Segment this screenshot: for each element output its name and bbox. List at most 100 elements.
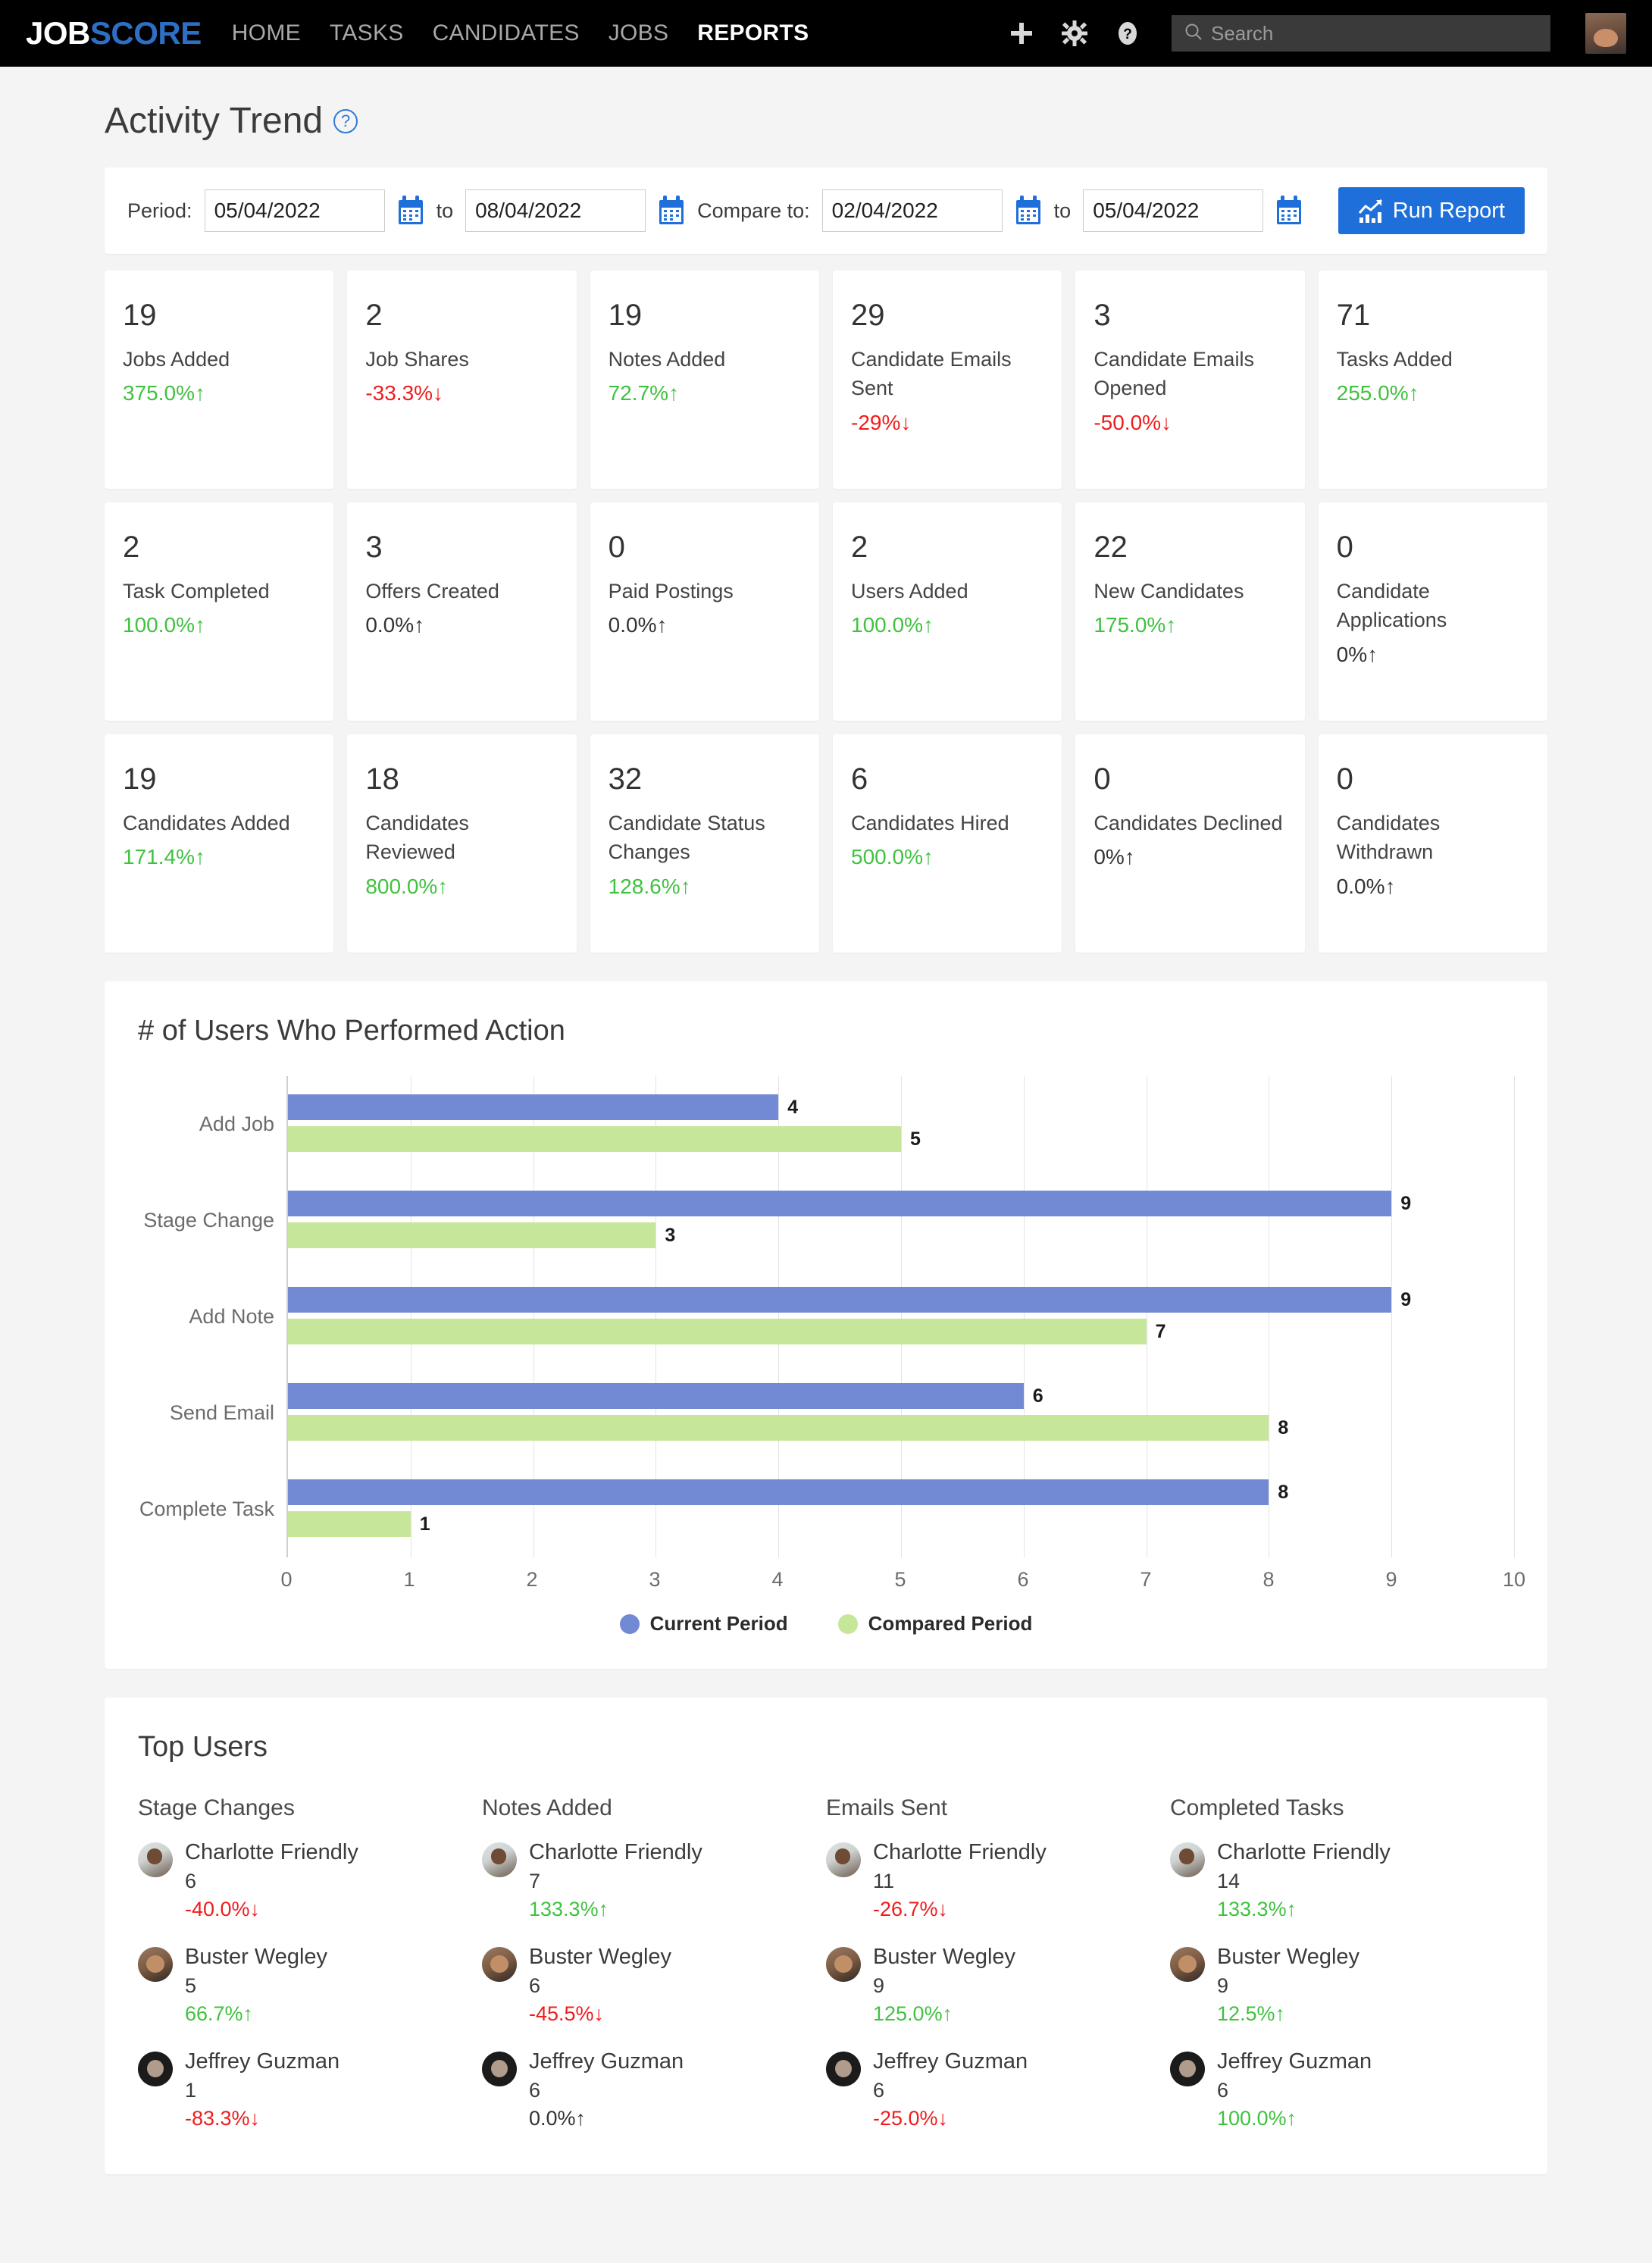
top-user-row[interactable]: Charlotte Friendly 11 -26.7%↓: [826, 1838, 1170, 1923]
legend-label: Compared Period: [868, 1612, 1033, 1635]
nav-link-reports[interactable]: REPORTS: [697, 20, 809, 46]
top-user-count: 9: [873, 1974, 885, 1998]
chart-bar-current[interactable]: [288, 1094, 779, 1120]
chart-bar-current[interactable]: [288, 1191, 1392, 1216]
metric-card: 6 Candidates Hired 500.0%↑: [833, 734, 1062, 953]
metric-value: 0: [1336, 531, 1353, 564]
compare-to-label: Compare to:: [697, 199, 810, 222]
chart-category-label: Send Email: [169, 1401, 274, 1424]
top-users-column: Completed Tasks Charlotte Friendly 14 133.3…: [1170, 1795, 1514, 2152]
top-user-name: Charlotte Friendly: [1217, 1840, 1391, 1864]
metric-value: 19: [608, 299, 643, 332]
top-user-count: 9: [1217, 1974, 1229, 1998]
calendar-icon-period-end[interactable]: [658, 196, 685, 226]
metric-card-grid: 19 Jobs Added 375.0%↑ 2 Job Shares -33.3%↓ 19 N…: [105, 271, 1547, 953]
metric-delta: 375.0%↑: [123, 381, 205, 405]
metric-delta: 0.0%↑: [608, 613, 668, 637]
chart-bar-current[interactable]: [288, 1383, 1024, 1409]
metric-label: Candidate Emails Sent: [851, 348, 1012, 400]
compare-start-date-input[interactable]: [821, 189, 1003, 232]
period-start-date-input[interactable]: [204, 189, 385, 232]
page-help-icon[interactable]: ?: [333, 108, 358, 133]
nav-link-tasks[interactable]: TASKS: [330, 20, 404, 46]
period-end-date-input[interactable]: [465, 189, 646, 232]
chart-bar-compared[interactable]: [288, 1222, 656, 1248]
jobscore-logo[interactable]: JOBSCORE: [26, 15, 202, 52]
top-user-count: 6: [873, 2079, 885, 2102]
top-user-count: 6: [185, 1870, 197, 1893]
user-avatar[interactable]: [1585, 13, 1626, 54]
help-icon[interactable]: ?: [1112, 18, 1143, 49]
metric-value: 2: [851, 531, 868, 564]
chart-bar-current[interactable]: [288, 1287, 1392, 1313]
metric-label: Task Completed: [123, 580, 270, 603]
nav-link-home[interactable]: HOME: [232, 20, 301, 46]
search-icon: [1184, 22, 1203, 45]
top-user-row[interactable]: Buster Wegley 9 12.5%↑: [1170, 1942, 1514, 2027]
chart-bar-compared[interactable]: [288, 1319, 1147, 1344]
top-users-title: Top Users: [138, 1731, 268, 1763]
nav-link-jobs[interactable]: JOBS: [609, 20, 669, 46]
chart-category-label: Stage Change: [143, 1209, 274, 1232]
calendar-icon-compare-end[interactable]: [1275, 196, 1303, 226]
legend-color-swatch: [619, 1614, 640, 1634]
legend-item[interactable]: Compared Period: [837, 1612, 1033, 1635]
top-user-count: 11: [873, 1870, 895, 1893]
top-user-name: Buster Wegley: [873, 1945, 1016, 1970]
chart-title: # of Users Who Performed Action: [138, 1015, 565, 1047]
chart-bar-value-label: 3: [665, 1225, 676, 1246]
chart-x-tick-label: 7: [1140, 1568, 1152, 1591]
top-user-row[interactable]: Charlotte Friendly 6 -40.0%↓: [138, 1838, 482, 1923]
user-avatar-charlotte: [138, 1842, 173, 1877]
top-user-row[interactable]: Jeffrey Guzman 1 -83.3%↓: [138, 2047, 482, 2132]
metric-label: Users Added: [851, 580, 968, 603]
metric-label: Candidates Added: [123, 812, 290, 834]
top-user-row[interactable]: Jeffrey Guzman 6 -25.0%↓: [826, 2047, 1170, 2132]
metric-card: 71 Tasks Added 255.0%↑: [1318, 271, 1547, 489]
top-user-delta: -40.0%↓: [185, 1897, 261, 1920]
metric-value: 71: [1336, 299, 1371, 332]
top-user-row[interactable]: Charlotte Friendly 14 133.3%↑: [1170, 1838, 1514, 1923]
top-users-grid: Stage Changes Charlotte Friendly 6 -40.0%↓ B…: [138, 1795, 1514, 2152]
calendar-icon-compare-start[interactable]: [1015, 196, 1042, 226]
top-user-name: Buster Wegley: [529, 1945, 672, 1970]
chart-category-axis: Add Job Stage Change Add Note Send Email Com…: [138, 1076, 286, 1557]
top-user-name: Buster Wegley: [185, 1945, 328, 1970]
metric-delta: -29%↓: [851, 410, 912, 434]
plus-icon[interactable]: [1006, 18, 1037, 49]
chart-bar-group: 68: [288, 1365, 1514, 1461]
nav-right-tools: ?: [1006, 13, 1626, 54]
chart-bar-current[interactable]: [288, 1479, 1269, 1505]
top-user-row[interactable]: Buster Wegley 5 66.7%↑: [138, 1942, 482, 2027]
top-user-info: Buster Wegley 9 125.0%↑: [873, 1942, 1015, 2027]
legend-item[interactable]: Current Period: [619, 1612, 788, 1635]
compare-end-date-input[interactable]: [1083, 189, 1264, 232]
top-user-row[interactable]: Charlotte Friendly 7 133.3%↑: [482, 1838, 826, 1923]
metric-value: 0: [1336, 762, 1353, 796]
metric-value: 2: [365, 299, 383, 332]
top-user-count: 1: [185, 2079, 197, 2102]
top-user-row[interactable]: Buster Wegley 6 -45.5%↓: [482, 1942, 826, 2027]
chart-bar-compared[interactable]: [288, 1126, 901, 1152]
top-users-column-title: Emails Sent: [826, 1795, 948, 1820]
top-user-row[interactable]: Jeffrey Guzman 6 100.0%↑: [1170, 2047, 1514, 2132]
metric-card: 19 Jobs Added 375.0%↑: [105, 271, 334, 489]
metric-label: Candidates Declined: [1094, 812, 1283, 834]
global-search-box[interactable]: [1172, 15, 1550, 52]
gear-icon[interactable]: [1059, 18, 1090, 49]
chart-bar-compared[interactable]: [288, 1511, 411, 1537]
run-report-button[interactable]: Run Report: [1338, 187, 1525, 234]
metric-value: 19: [123, 299, 157, 332]
calendar-icon-period-start[interactable]: [397, 196, 424, 226]
metric-label: Tasks Added: [1336, 348, 1453, 371]
nav-link-candidates[interactable]: CANDIDATES: [433, 20, 580, 46]
metric-label: Candidates Withdrawn: [1336, 812, 1441, 864]
top-user-row[interactable]: Jeffrey Guzman 6 0.0%↑: [482, 2047, 826, 2132]
chart-bar-compared[interactable]: [288, 1415, 1269, 1441]
logo-text-job: JOB: [26, 15, 90, 51]
metric-label: Job Shares: [365, 348, 469, 371]
top-user-info: Charlotte Friendly 7 133.3%↑: [529, 1838, 702, 1923]
top-user-row[interactable]: Buster Wegley 9 125.0%↑: [826, 1942, 1170, 2027]
search-input[interactable]: [1211, 21, 1538, 45]
chart-bar-group: 97: [288, 1269, 1514, 1365]
